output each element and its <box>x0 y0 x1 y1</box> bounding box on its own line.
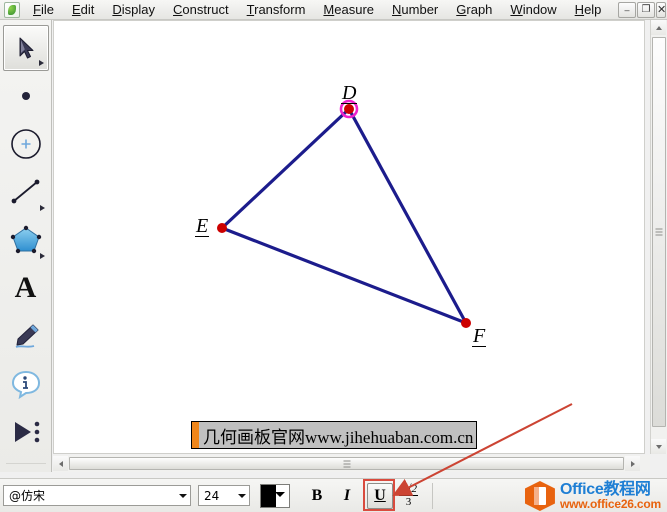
custom-tools-play-icon <box>14 421 39 443</box>
math-format-button[interactable]: π√2 3 <box>399 482 419 508</box>
office-watermark: Office教程网 www.office26.com <box>524 481 661 511</box>
restore-button[interactable]: ❐ <box>637 1 655 18</box>
menu-item-construct[interactable]: Construct <box>164 0 238 19</box>
sketchpad-app-icon <box>4 1 20 18</box>
marker-tool[interactable] <box>3 313 49 359</box>
text-color-button[interactable] <box>260 483 290 508</box>
menu-item-measure[interactable]: Measure <box>314 0 383 19</box>
point-label-F[interactable]: F <box>472 326 487 347</box>
underline-highlight-box <box>363 478 395 511</box>
close-button[interactable]: ✕ <box>656 1 666 18</box>
sketch-canvas[interactable]: D E F 几何画板官网www.jihehuaban.com.cn <box>53 20 645 454</box>
menu-item-graph[interactable]: Graph <box>447 0 501 19</box>
info-bubble-icon <box>11 370 40 399</box>
horizontal-scrollbar[interactable] <box>53 455 650 472</box>
point-E <box>217 223 227 233</box>
segment-DF <box>347 108 468 324</box>
arrow-tool-flyout-icon[interactable] <box>38 60 44 66</box>
text-label-content: 几何画板官网www.jihehuaban.com.cn <box>203 427 474 447</box>
watermark-title: Office教程网 <box>559 481 651 498</box>
canvas-text-label[interactable]: 几何画板官网www.jihehuaban.com.cn <box>191 421 478 449</box>
bold-button[interactable]: B <box>305 484 329 508</box>
scroll-up-button[interactable] <box>651 20 666 35</box>
horizontal-scroll-thumb[interactable] <box>69 457 624 470</box>
vertical-scrollbar[interactable] <box>650 20 667 454</box>
marker-pen-icon <box>15 324 38 348</box>
menu-item-transform[interactable]: Transform <box>238 0 315 19</box>
point-F <box>461 318 471 328</box>
segment-DE <box>220 107 351 230</box>
circle-compass-icon <box>10 129 41 159</box>
text-tool[interactable]: A <box>3 265 49 311</box>
font-size-combo[interactable]: 24 <box>198 485 250 506</box>
point-tool[interactable] <box>3 73 49 119</box>
point-icon <box>21 92 30 100</box>
segment-EF <box>221 226 467 325</box>
straightedge-tool-flyout-icon[interactable] <box>39 205 45 211</box>
point-label-E[interactable]: E <box>195 216 210 237</box>
menu-item-window[interactable]: Window <box>501 0 565 19</box>
scroll-down-button[interactable] <box>651 439 666 454</box>
point-D <box>344 104 354 114</box>
tool-separator <box>5 463 46 464</box>
menu-item-number[interactable]: Number <box>383 0 447 19</box>
polygon-icon <box>10 225 41 254</box>
custom-tool[interactable] <box>3 409 49 455</box>
tool-palette: A <box>0 20 52 472</box>
arrow-cursor-icon <box>19 37 33 59</box>
scroll-left-button[interactable] <box>53 456 68 471</box>
math-numerator: π√2 <box>399 482 419 496</box>
sketchpad-window: File Edit Display Construct Transform Me… <box>0 0 667 512</box>
vertical-scroll-thumb[interactable] <box>652 37 666 427</box>
menu-item-file[interactable]: File <box>24 0 63 19</box>
color-swatch <box>261 484 276 507</box>
straightedge-tool[interactable] <box>3 169 49 215</box>
underline-button-wrapper: U <box>363 478 395 511</box>
compass-circle-tool[interactable] <box>3 121 49 167</box>
menu-item-edit[interactable]: Edit <box>63 0 103 19</box>
information-tool[interactable] <box>3 361 49 407</box>
office-logo-icon <box>524 481 555 511</box>
menu-item-help[interactable]: Help <box>566 0 611 19</box>
line-segment-icon <box>11 179 39 204</box>
font-name-combo[interactable]: @仿宋 <box>3 485 191 506</box>
format-separator <box>432 482 434 509</box>
arrow-select-tool[interactable] <box>2 25 49 71</box>
menu-bar: File Edit Display Construct Transform Me… <box>0 0 667 20</box>
window-controls: – ❐ ✕ <box>617 1 667 18</box>
math-denominator: 3 <box>405 495 412 508</box>
font-name-value: @仿宋 <box>9 489 46 503</box>
chevron-down-icon[interactable] <box>175 486 190 505</box>
polygon-tool[interactable] <box>3 217 49 263</box>
text-A-icon: A <box>14 271 37 304</box>
watermark-url: www.office26.com <box>559 497 661 511</box>
italic-button[interactable]: I <box>335 484 359 508</box>
point-label-D[interactable]: D <box>341 83 358 104</box>
menu-item-display[interactable]: Display <box>103 0 164 19</box>
watermark-text: Office教程网 www.office26.com <box>559 481 661 511</box>
minimize-button[interactable]: – <box>618 1 636 18</box>
chevron-down-icon[interactable] <box>234 486 249 505</box>
polygon-tool-flyout-icon[interactable] <box>39 253 45 259</box>
font-size-value: 24 <box>204 488 220 503</box>
text-label-drag-handle[interactable] <box>192 422 199 448</box>
scroll-right-button[interactable] <box>625 456 640 471</box>
